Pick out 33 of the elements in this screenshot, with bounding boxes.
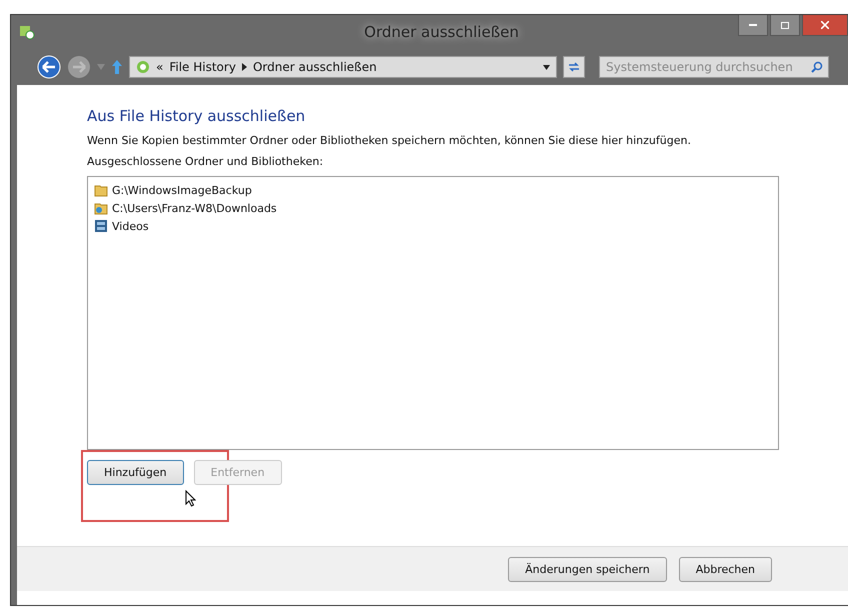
- mouse-cursor-icon: [185, 490, 196, 507]
- user-folder-icon: [94, 201, 108, 215]
- history-icon: [136, 60, 150, 74]
- minimize-button[interactable]: [738, 15, 768, 36]
- film-icon: [94, 219, 108, 233]
- chevron-icon[interactable]: [242, 63, 247, 71]
- folder-icon: [94, 183, 108, 197]
- list-item[interactable]: G:\WindowsImageBackup: [112, 184, 252, 196]
- window-title: Ordner ausschließen: [364, 23, 519, 41]
- maximize-icon: [781, 22, 789, 28]
- footer-button[interactable]: Änderungen speichern: [508, 556, 667, 582]
- close-icon: [821, 21, 829, 29]
- breadcrumb-overflow[interactable]: «: [156, 60, 164, 74]
- back-icon[interactable]: [37, 55, 61, 79]
- description-text: Wenn Sie Kopien bestimmter Ordner oder Bibliotheken speichern möchten, können Sie diese hier hinzufügen.: [87, 134, 692, 147]
- list-item[interactable]: C:\Users\Franz-W8\Downloads: [112, 202, 277, 214]
- list-item[interactable]: Videos: [112, 220, 149, 232]
- footer-button[interactable]: Abbrechen: [678, 556, 772, 582]
- search-field[interactable]: Systemsteuerung durchsuchen: [599, 56, 829, 78]
- app-icon: [19, 24, 35, 40]
- close-button[interactable]: [802, 15, 848, 36]
- breadcrumb-item[interactable]: Ordner ausschließen: [252, 60, 377, 74]
- maximize-button[interactable]: [770, 15, 800, 36]
- address-bar[interactable]: « File History Ordner ausschließen: [129, 56, 557, 78]
- forward-icon[interactable]: [67, 55, 91, 79]
- minimize-icon: [749, 24, 757, 26]
- refresh-icon[interactable]: [563, 56, 585, 78]
- search-icon[interactable]: [811, 61, 823, 73]
- list-action-button[interactable]: Hinzufügen: [87, 460, 184, 485]
- page-heading: Aus File History ausschließen: [87, 107, 306, 125]
- list-label: Ausgeschlossene Ordner und Bibliotheken:: [87, 155, 324, 168]
- dropdown-arrow-icon[interactable]: [543, 64, 550, 70]
- breadcrumb-item[interactable]: File History: [169, 60, 236, 74]
